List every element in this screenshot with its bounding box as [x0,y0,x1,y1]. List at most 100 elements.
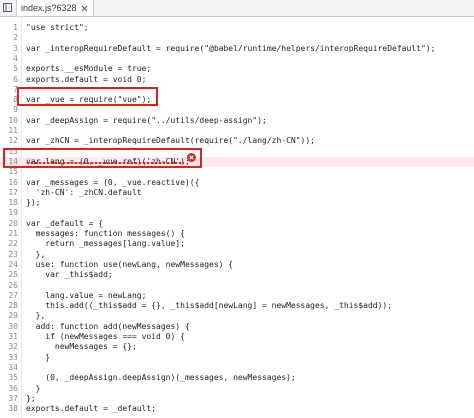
line-number: 23 [8,249,18,259]
code-line[interactable]: 29 }, [0,311,474,321]
code-text: exports.default = void 0; [26,74,147,84]
code-text: messages: function messages() { [26,229,185,238]
highlight-box-vue-require [17,87,158,106]
panel-toggle-icon[interactable] [2,2,13,13]
line-number: 11 [8,126,18,135]
line-number: 6 [13,74,18,84]
code-text: "use strict"; [26,23,89,32]
code-line[interactable]: 23 }, [0,250,474,260]
code-line[interactable]: 34 [0,363,474,373]
code-text: }); [26,198,41,208]
highlight-box-lang-ref [3,148,202,168]
line-number: 24 [8,259,18,269]
line-number: 12 [8,136,18,146]
code-line[interactable]: 15 [0,167,474,177]
code-line[interactable]: 10 var _deepAssign = require("../utils/de… [0,116,474,126]
code-text: this.add((_this$add = {}, _this$add[newL… [26,301,393,311]
line-number: 7 [13,84,18,94]
code-text: var _zhCN = _interopRequireDefault(requi… [26,136,315,146]
code-line[interactable]: 22 return _messages[lang.value]; [0,239,474,249]
code-line[interactable]: 4 [0,54,474,64]
line-number: 10 [8,115,18,125]
code-line[interactable]: 36 } [0,384,474,394]
code-text: var _this$add; [26,270,113,280]
code-text: }, [26,311,46,321]
code-text: var _messages = (0, _vue.reactive)({ [26,177,200,187]
error-squiggle [26,162,184,164]
line-number: 27 [8,290,18,300]
code-text: } [26,383,41,393]
line-number: 28 [8,301,18,311]
code-text: exports.default = _default; [26,404,157,414]
code-line[interactable]: 6 exports.default = void 0; [0,75,474,85]
code-line[interactable]: 11 [0,126,474,136]
code-line[interactable]: 17 'zh-CN': _zhCN.default [0,188,474,198]
code-line[interactable]: 27 lang.value = newLang; [0,291,474,301]
code-line[interactable]: 19 [0,208,474,218]
line-number: 35 [8,373,18,383]
code-line[interactable]: 33 } [0,353,474,363]
code-text: var _default = { [26,218,104,228]
line-number: 30 [8,321,18,331]
code-line[interactable]: 3 var _interopRequireDefault = require("@… [0,44,474,54]
code-line[interactable]: 28 this.add((_this$add = {}, _this$add[n… [0,301,474,311]
error-icon[interactable] [187,153,196,162]
line-number: 36 [8,383,18,393]
code-text: } [26,352,51,362]
code-text: return _messages[lang.value]; [26,239,185,249]
code-line[interactable]: 21 messages: function messages() { [0,229,474,239]
code-text: add: function add(newMessages) { [26,321,190,331]
code-line[interactable]: 2 [0,33,474,43]
code-line[interactable]: 18}); [0,198,474,208]
line-number: 9 [13,105,18,115]
code-text: use: function use(newLang, newMessages) … [26,259,234,269]
code-text: newMessages = {}; [26,342,137,352]
line-number: 25 [8,270,18,280]
code-text: exports.__esModule = true; [26,64,152,74]
code-text: }; [26,393,36,403]
line-number: 31 [8,332,18,341]
line-number: 20 [8,218,18,228]
code-text: (0, _deepAssign.deepAssign)(_messages, n… [26,373,296,383]
tab-index-js[interactable]: index.js?6328 [16,0,94,16]
code-text: var _interopRequireDefault = require("@b… [26,43,436,53]
code-line[interactable]: 31 if (newMessages === void 0) { [0,332,474,342]
line-number: 21 [8,229,18,238]
code-line[interactable]: 37}; [0,394,474,404]
line-number: 32 [8,342,18,352]
line-number: 22 [8,239,18,249]
code-text: var _deepAssign = require("../utils/deep… [26,115,267,125]
line-number: 34 [8,362,18,372]
code-line[interactable]: 24 use: function use(newLang, newMessage… [0,260,474,270]
code-line[interactable]: 5 exports.__esModule = true; [0,64,474,74]
line-number: 19 [8,208,18,218]
close-icon[interactable] [80,4,89,13]
line-number: 17 [8,187,18,197]
line-number: 5 [13,64,18,74]
code-line[interactable]: 25 var _this$add; [0,270,474,280]
code-line[interactable]: 32 newMessages = {}; [0,342,474,352]
line-number: 18 [8,198,18,208]
code-text: if (newMessages === void 0) { [26,332,185,341]
line-number: 33 [8,352,18,362]
code-text: lang.value = newLang; [26,290,147,300]
code-line[interactable]: 16 var _messages = (0, _vue.reactive)({ [0,178,474,188]
code-line[interactable]: 20 var _default = { [0,219,474,229]
line-number: 2 [13,33,18,43]
code-editor[interactable]: 1 "use strict"; 2 3 var _interopRequireDefau… [0,17,474,418]
editor-tab-bar: index.js?6328 [0,0,474,17]
code-line[interactable]: 30 add: function add(newMessages) { [0,322,474,332]
line-number: 4 [13,53,18,63]
line-number: 15 [8,167,18,177]
code-text: }, [26,249,46,259]
code-line[interactable]: 12 var _zhCN = _interopRequireDefault(req… [0,136,474,146]
code-line[interactable]: 38 exports.default = _default; [0,404,474,414]
code-line[interactable]: 26 [0,281,474,291]
line-number: 29 [8,311,18,321]
tab-label: index.js?6328 [21,3,77,13]
code-line[interactable]: 35 (0, _deepAssign.deepAssign)(_messages… [0,373,474,383]
line-number: 26 [8,280,18,290]
line-number: 16 [8,177,18,187]
code-line[interactable]: 1 "use strict"; [0,23,474,33]
code-line[interactable]: 9 [0,105,474,115]
